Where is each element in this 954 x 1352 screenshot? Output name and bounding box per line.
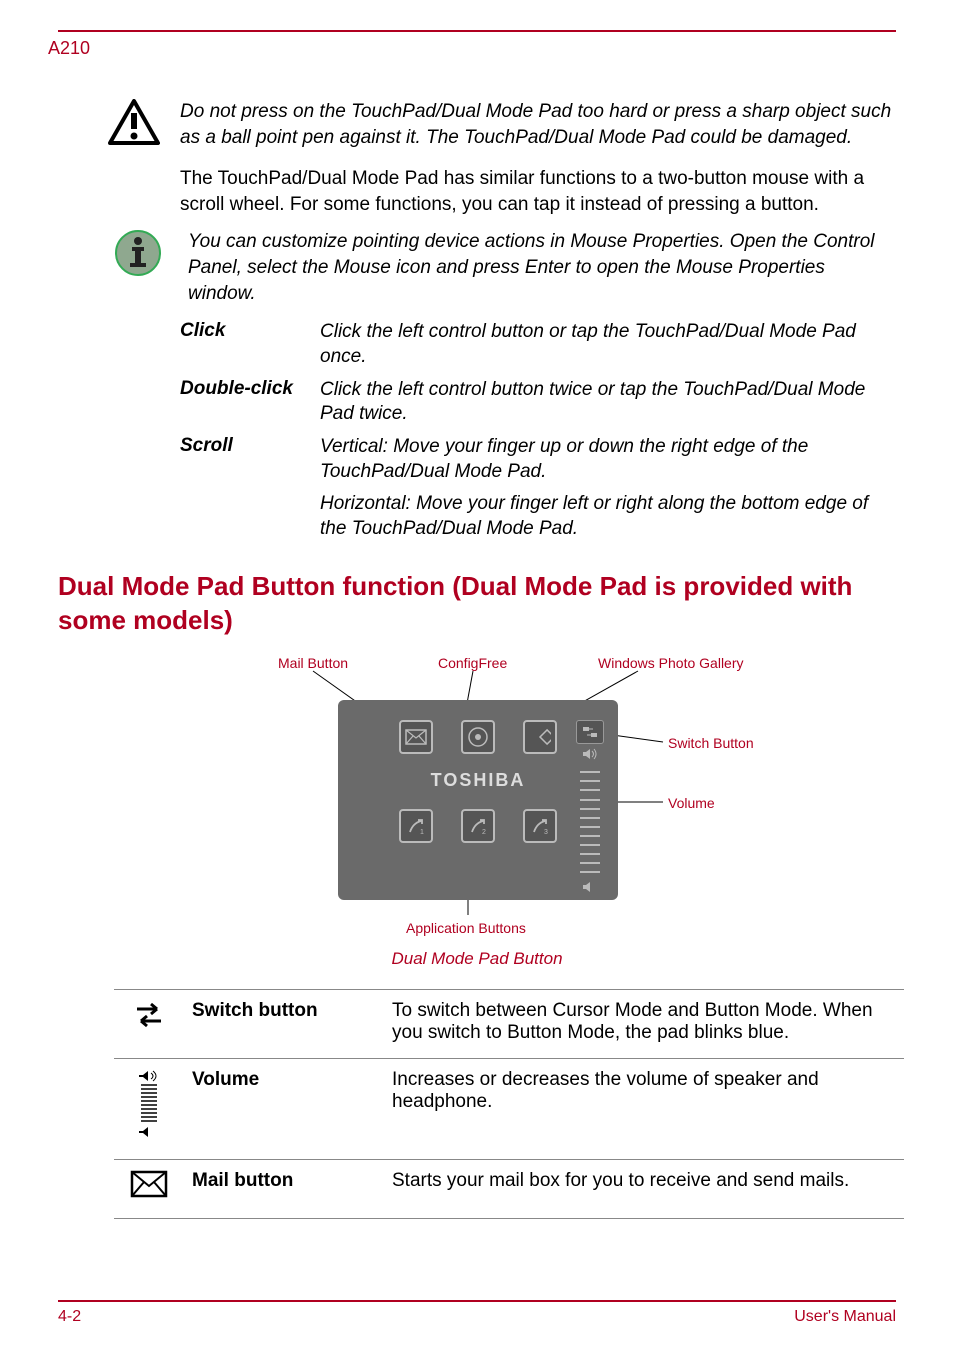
dual-mode-pad-diagram: Mail Button ConfigFree Windows Photo Gal… <box>238 655 918 955</box>
footer-page: 4-2 <box>58 1308 81 1326</box>
mail-icon <box>399 720 433 754</box>
warning-notice: Do not press on the TouchPad/Dual Mode P… <box>58 99 896 152</box>
intro-paragraph: The TouchPad/Dual Mode Pad has similar f… <box>180 166 896 217</box>
label-apps: Application Buttons <box>406 920 526 936</box>
label-mail: Mail Button <box>278 655 348 671</box>
mail-desc: Starts your mail box for you to receive … <box>384 1160 904 1219</box>
label-gallery: Windows Photo Gallery <box>598 655 744 671</box>
volume-desc: Increases or decreases the volume of spe… <box>384 1059 904 1160</box>
footer-manual: User's Manual <box>794 1308 896 1326</box>
configfree-icon <box>461 720 495 754</box>
svg-text:2: 2 <box>482 829 486 835</box>
action-term-scroll: Scroll <box>180 435 320 484</box>
action-desc-scroll: Vertical: Move your finger up or down th… <box>320 435 896 484</box>
table-row: Switch button To switch between Cursor M… <box>114 990 904 1059</box>
functions-table: Switch button To switch between Cursor M… <box>114 989 904 1219</box>
info-text: You can customize pointing device action… <box>188 229 896 306</box>
gallery-icon <box>523 720 557 754</box>
label-volume: Volume <box>668 795 715 811</box>
info-notice: You can customize pointing device action… <box>58 229 896 306</box>
app-button-3-icon: 3 <box>523 809 557 843</box>
switch-term: Switch button <box>184 990 384 1059</box>
actions-list: Click Click the left control button or t… <box>180 320 896 542</box>
action-desc-scroll-extra: Horizontal: Move your finger left or rig… <box>320 492 896 541</box>
svg-text:3: 3 <box>544 829 548 835</box>
action-term-click: Click <box>180 320 320 369</box>
mail-row-icon <box>114 1160 184 1219</box>
speaker-up-icon <box>582 748 598 763</box>
volume-row-icon <box>114 1059 184 1160</box>
app-button-2-icon: 2 <box>461 809 495 843</box>
volume-term: Volume <box>184 1059 384 1160</box>
dual-mode-pad-body: TOSHIBA 1 2 3 <box>338 700 618 900</box>
mail-term: Mail button <box>184 1160 384 1219</box>
svg-text:1: 1 <box>420 829 424 835</box>
label-switch: Switch Button <box>668 735 754 751</box>
table-row: Volume Increases or decreases the volume… <box>114 1059 904 1160</box>
table-row: Mail button Starts your mail box for you… <box>114 1160 904 1219</box>
switch-row-icon <box>114 990 184 1059</box>
action-desc-double-click: Click the left control button twice or t… <box>320 378 896 427</box>
switch-icon <box>576 720 604 744</box>
speaker-down-icon <box>582 881 598 896</box>
warning-text: Do not press on the TouchPad/Dual Mode P… <box>180 99 896 152</box>
action-term-double-click: Double-click <box>180 378 320 427</box>
section-heading: Dual Mode Pad Button function (Dual Mode… <box>58 570 896 638</box>
action-desc-click: Click the left control button or tap the… <box>320 320 896 369</box>
app-button-1-icon: 1 <box>399 809 433 843</box>
label-configfree: ConfigFree <box>438 655 507 671</box>
warning-icon <box>108 99 166 152</box>
info-icon <box>114 229 172 306</box>
switch-desc: To switch between Cursor Mode and Button… <box>384 990 904 1059</box>
volume-slider-icon <box>580 767 600 877</box>
header-model: A210 <box>48 38 896 59</box>
